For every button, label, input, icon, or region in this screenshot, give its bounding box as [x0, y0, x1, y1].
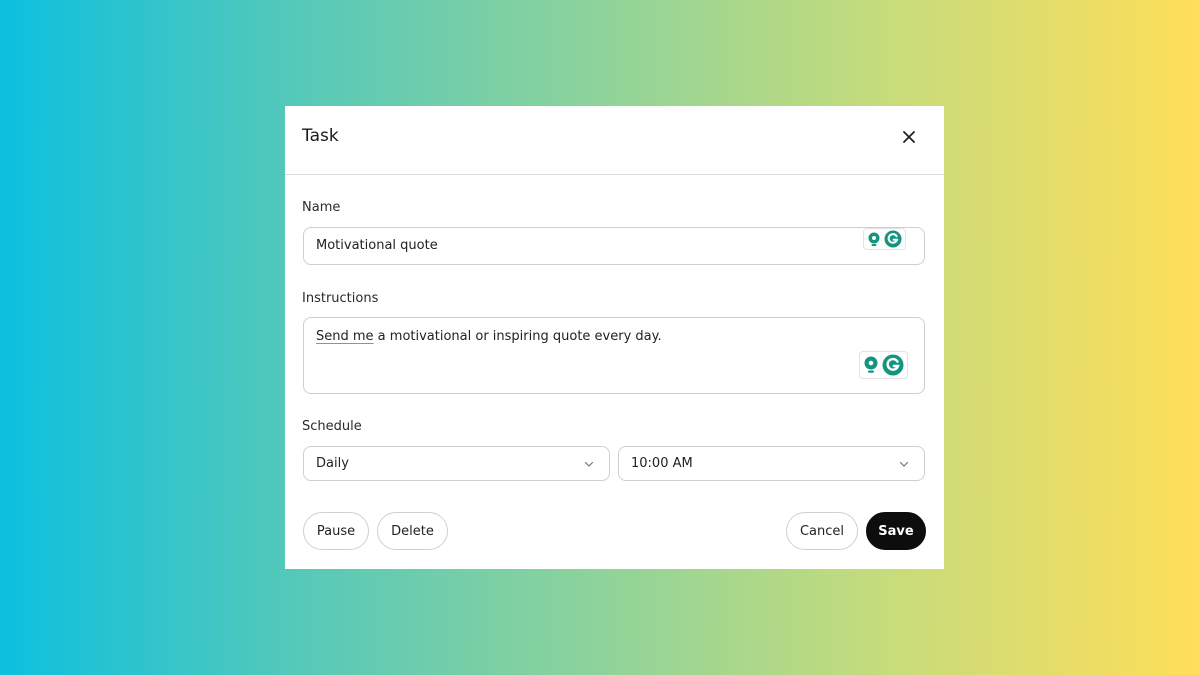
- task-dialog: Task Name Motivational quote Instruction…: [285, 106, 944, 569]
- writing-assistant-widget-2[interactable]: [859, 351, 908, 379]
- instructions-label: Instructions: [302, 291, 379, 306]
- instructions-value: Send me a motivational or inspiring quot…: [316, 329, 662, 344]
- pause-button[interactable]: Pause: [303, 512, 369, 550]
- lightbulb-icon[interactable]: [863, 356, 879, 374]
- writing-assistant-widget[interactable]: [863, 228, 906, 250]
- schedule-label: Schedule: [302, 419, 362, 434]
- frequency-value: Daily: [316, 456, 349, 471]
- name-input[interactable]: Motivational quote: [303, 227, 925, 265]
- name-input-value: Motivational quote: [316, 238, 438, 253]
- close-icon: [903, 131, 915, 143]
- cancel-button[interactable]: Cancel: [786, 512, 858, 550]
- dialog-header: Task: [285, 106, 944, 175]
- grammar-assistant-icon[interactable]: [882, 354, 904, 376]
- close-button[interactable]: [896, 124, 922, 150]
- time-select[interactable]: 10:00 AM: [618, 446, 925, 481]
- chevron-down-icon: [584, 461, 594, 467]
- chevron-down-icon: [899, 461, 909, 467]
- instructions-text: a motivational or inspiring quote every …: [373, 329, 662, 344]
- frequency-select[interactable]: Daily: [303, 446, 610, 481]
- name-label: Name: [302, 200, 341, 215]
- grammar-assistant-icon[interactable]: [884, 230, 902, 248]
- delete-button[interactable]: Delete: [377, 512, 448, 550]
- time-value: 10:00 AM: [631, 456, 693, 471]
- dialog-title: Task: [302, 126, 339, 146]
- misspelled-phrase[interactable]: Send me: [316, 329, 374, 344]
- lightbulb-icon[interactable]: [867, 232, 881, 247]
- instructions-textarea[interactable]: Send me a motivational or inspiring quot…: [303, 317, 925, 394]
- save-button[interactable]: Save: [866, 512, 926, 550]
